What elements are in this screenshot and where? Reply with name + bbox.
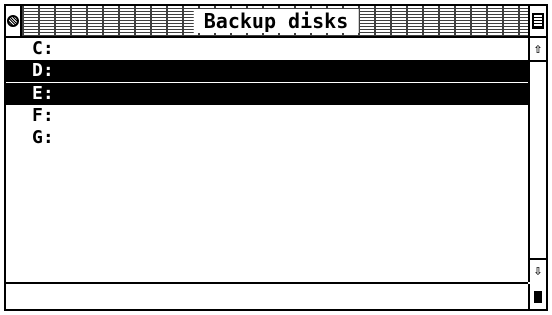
title-bar[interactable]: Backup disks <box>6 6 546 38</box>
drive-list: C: D: E: F: G: <box>6 38 528 284</box>
close-box[interactable] <box>6 6 22 36</box>
info-bar <box>6 284 528 309</box>
up-arrow-icon: ⇧ <box>533 41 543 57</box>
vertical-scrollbar[interactable]: ⇧ ⇩ <box>528 38 546 282</box>
full-box[interactable] <box>528 6 546 36</box>
drive-label: G: <box>32 127 54 148</box>
size-box[interactable] <box>528 284 546 309</box>
drive-item-d[interactable]: D: <box>6 60 528 83</box>
size-box-icon <box>534 290 542 303</box>
drive-item-f[interactable]: F: <box>6 105 528 127</box>
drive-label: E: <box>32 83 54 104</box>
backup-disks-window: Backup disks C: D: E: F: G: ⇧ ⇩ <box>4 4 548 311</box>
window-title: Backup disks <box>193 9 359 33</box>
drive-item-g[interactable]: G: <box>6 127 528 149</box>
drive-item-c[interactable]: C: <box>6 38 528 60</box>
drive-label: F: <box>32 105 54 126</box>
scroll-up-button[interactable]: ⇧ <box>530 38 546 62</box>
drive-label: D: <box>32 60 54 81</box>
close-box-icon <box>7 15 19 27</box>
drive-label: C: <box>32 38 54 59</box>
drive-item-e[interactable]: E: <box>6 83 528 105</box>
scroll-down-button[interactable]: ⇩ <box>530 258 546 282</box>
down-arrow-icon: ⇩ <box>533 263 543 279</box>
full-box-icon <box>532 13 544 29</box>
